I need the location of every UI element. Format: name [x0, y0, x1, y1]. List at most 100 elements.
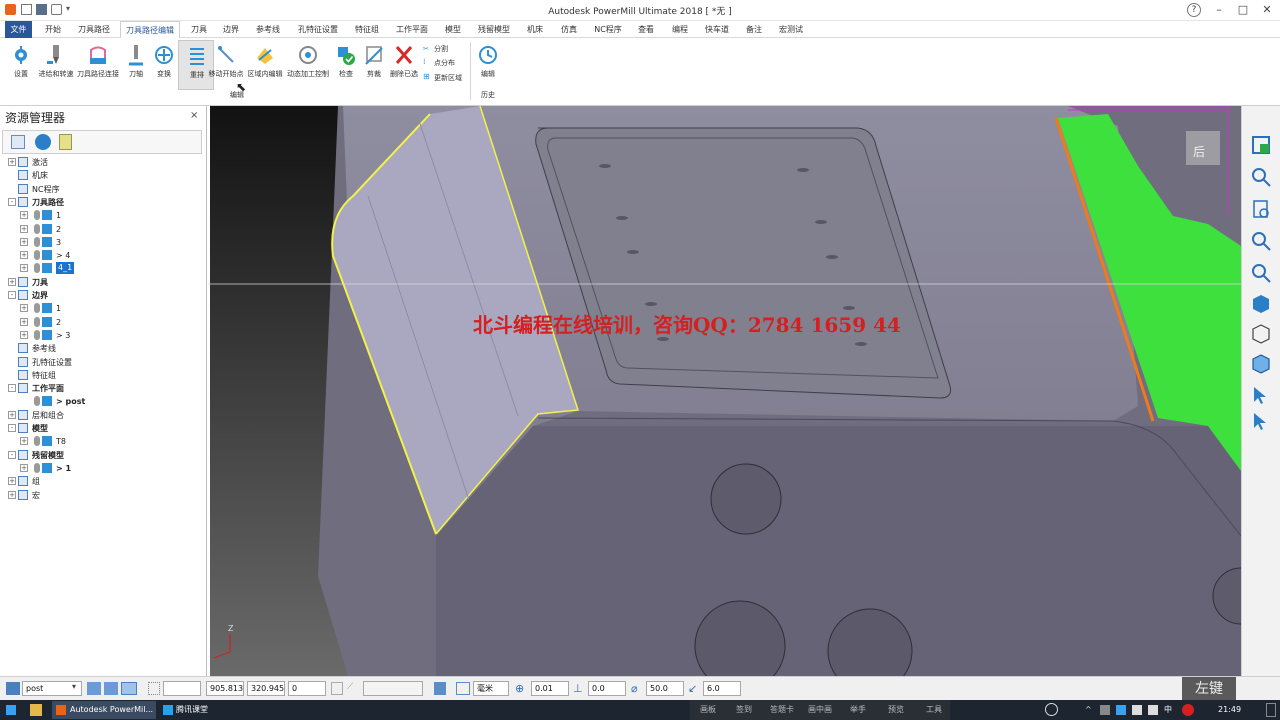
help-icon[interactable]: ? — [1187, 3, 1201, 17]
expand-icon[interactable]: + — [20, 264, 28, 273]
tree-item[interactable]: - 边界 — [0, 289, 206, 302]
workplane-tool-icon-1[interactable] — [87, 682, 101, 695]
windows-start-icon[interactable] — [6, 705, 16, 715]
settings-button[interactable]: 设置 — [3, 40, 39, 88]
tolerance-field[interactable]: 0.01 — [531, 681, 569, 696]
tab-view[interactable]: 查看 — [632, 21, 660, 38]
expand-icon[interactable]: + — [8, 410, 16, 419]
wireframe-cube-icon[interactable] — [1250, 322, 1272, 344]
tree-item[interactable]: +1 — [0, 209, 206, 222]
tree-item[interactable]: - 刀具路径 — [0, 196, 206, 209]
tab-fast-lane[interactable]: 快车道 — [700, 21, 734, 38]
expand-icon[interactable]: + — [20, 463, 28, 472]
tree-item[interactable]: 参考线 — [0, 342, 206, 355]
tree-item[interactable]: 孔特征设置 — [0, 356, 206, 369]
lightbulb-icon[interactable] — [34, 250, 40, 261]
tree-item[interactable]: > post — [0, 395, 206, 408]
lightbulb-icon[interactable] — [34, 263, 40, 274]
units-field[interactable]: 毫米 — [473, 681, 509, 696]
lightbulb-icon[interactable] — [34, 316, 40, 327]
tree-item[interactable]: +4_1 — [0, 262, 206, 275]
tab-models[interactable]: 模型 — [440, 21, 466, 38]
tab-simulation[interactable]: 仿真 — [554, 21, 584, 38]
tree-item[interactable]: - 残留模型 — [0, 449, 206, 462]
y-coordinate-field[interactable]: 320.945 — [247, 681, 285, 696]
units-icon[interactable] — [456, 682, 470, 695]
collapse-icon[interactable]: - — [8, 424, 16, 432]
tab-toolpaths[interactable]: 刀具路径 — [74, 21, 114, 38]
tray-expand-icon[interactable]: ^ — [1085, 705, 1092, 714]
ime-icon[interactable] — [1182, 704, 1194, 716]
workplane-tool-icon-3[interactable] — [121, 682, 137, 695]
toolbar-answer-card[interactable]: 答题卡 — [770, 701, 794, 719]
tree-item[interactable]: + 组 — [0, 475, 206, 488]
z-coordinate-field[interactable]: 0 — [288, 681, 326, 696]
tab-tools[interactable]: 刀具 — [186, 21, 212, 38]
close-button[interactable]: ✕ — [1260, 3, 1274, 17]
network-icon[interactable] — [1132, 705, 1142, 715]
tree-item[interactable]: + > 4 — [0, 249, 206, 262]
diameter-field[interactable]: 50.0 — [646, 681, 684, 696]
tab-toolpath-edit[interactable]: 刀具路径编辑 — [120, 21, 180, 39]
minimize-button[interactable]: – — [1212, 3, 1226, 17]
toolbar-raise-hand[interactable]: 举手 — [850, 701, 866, 719]
tree-item[interactable]: + > 3 — [0, 329, 206, 342]
expand-icon[interactable]: + — [20, 251, 28, 260]
toolbar-pip[interactable]: 画中画 — [808, 701, 832, 719]
collapse-icon[interactable]: - — [8, 291, 16, 299]
recycle-bin-icon[interactable] — [59, 134, 72, 150]
tree-item[interactable]: NC程序 — [0, 183, 206, 196]
tab-home[interactable]: 开始 — [38, 21, 68, 38]
expand-icon[interactable]: + — [8, 490, 16, 499]
lightbulb-icon[interactable] — [34, 329, 40, 340]
collapse-icon[interactable]: - — [8, 384, 16, 393]
status-toggle-icon[interactable] — [331, 682, 343, 695]
toolpath-link-button[interactable]: 刀具路径连接 — [77, 40, 119, 88]
lightbulb-icon[interactable] — [34, 303, 40, 314]
shaded-wire-cube-icon[interactable] — [1250, 352, 1272, 374]
expand-icon[interactable]: + — [8, 158, 16, 166]
tree-item[interactable]: - 工作平面 — [0, 382, 206, 395]
toolbar-preview[interactable]: 预览 — [888, 701, 904, 719]
x-coordinate-field[interactable]: 905.813 — [206, 681, 244, 696]
expand-icon[interactable]: + — [8, 477, 16, 486]
tab-workplanes[interactable]: 工作平面 — [390, 21, 434, 38]
toolbar-signin[interactable]: 签到 — [736, 701, 752, 719]
input-language[interactable]: 中 — [1164, 701, 1172, 719]
expand-icon[interactable]: + — [20, 211, 28, 220]
snap-icon[interactable]: ⟋ — [347, 682, 359, 695]
expand-icon[interactable]: + — [8, 277, 16, 286]
tree-item[interactable]: + 激活 — [0, 156, 206, 169]
globe-icon[interactable] — [35, 134, 51, 150]
lightbulb-icon[interactable] — [34, 210, 40, 221]
zoom-extents-icon[interactable] — [1250, 262, 1272, 284]
volume-icon[interactable] — [1148, 705, 1158, 715]
expand-icon[interactable]: + — [20, 237, 28, 246]
tab-hole-features[interactable]: 孔特征设置 — [292, 21, 344, 38]
zoom-box-icon[interactable] — [1250, 230, 1272, 252]
tree-item[interactable]: + T8 — [0, 435, 206, 448]
expand-icon[interactable]: + — [20, 304, 28, 313]
notification-icon[interactable] — [1266, 703, 1276, 717]
lightbulb-icon[interactable] — [34, 436, 40, 447]
view-iso-icon[interactable] — [1250, 134, 1272, 156]
graphics-viewport[interactable]: 后 Z 北斗编程在线培训，咨询QQ：2784 1659 44 — [208, 106, 1241, 676]
delete-selected-button[interactable]: 删除已选 — [386, 40, 422, 88]
expand-icon[interactable]: + — [20, 330, 28, 339]
tab-stock-models[interactable]: 残留模型 — [472, 21, 516, 38]
workplane-tool-icon-2[interactable] — [104, 682, 118, 695]
grid-icon[interactable] — [148, 682, 160, 695]
rotate-cursor-icon[interactable] — [1250, 410, 1272, 432]
toolbar-drawing[interactable]: 画板 — [700, 701, 716, 719]
tab-notes[interactable]: 备注 — [740, 21, 768, 38]
expand-icon[interactable]: + — [20, 317, 28, 326]
tab-file[interactable]: 文件 — [5, 21, 32, 38]
tree-item[interactable]: +1 — [0, 302, 206, 315]
history-edit-button[interactable]: 编辑 — [470, 40, 506, 88]
dynamic-control-button[interactable]: 动态加工控制 — [287, 40, 329, 88]
point-distribution-button[interactable]: ⁞ 点分布 — [423, 57, 467, 69]
feed-speed-button[interactable]: 进给和转速 — [38, 40, 74, 88]
page-refresh-icon[interactable] — [1250, 198, 1272, 220]
tree-item[interactable]: + > 1 — [0, 462, 206, 475]
lightbulb-icon[interactable] — [34, 236, 40, 247]
